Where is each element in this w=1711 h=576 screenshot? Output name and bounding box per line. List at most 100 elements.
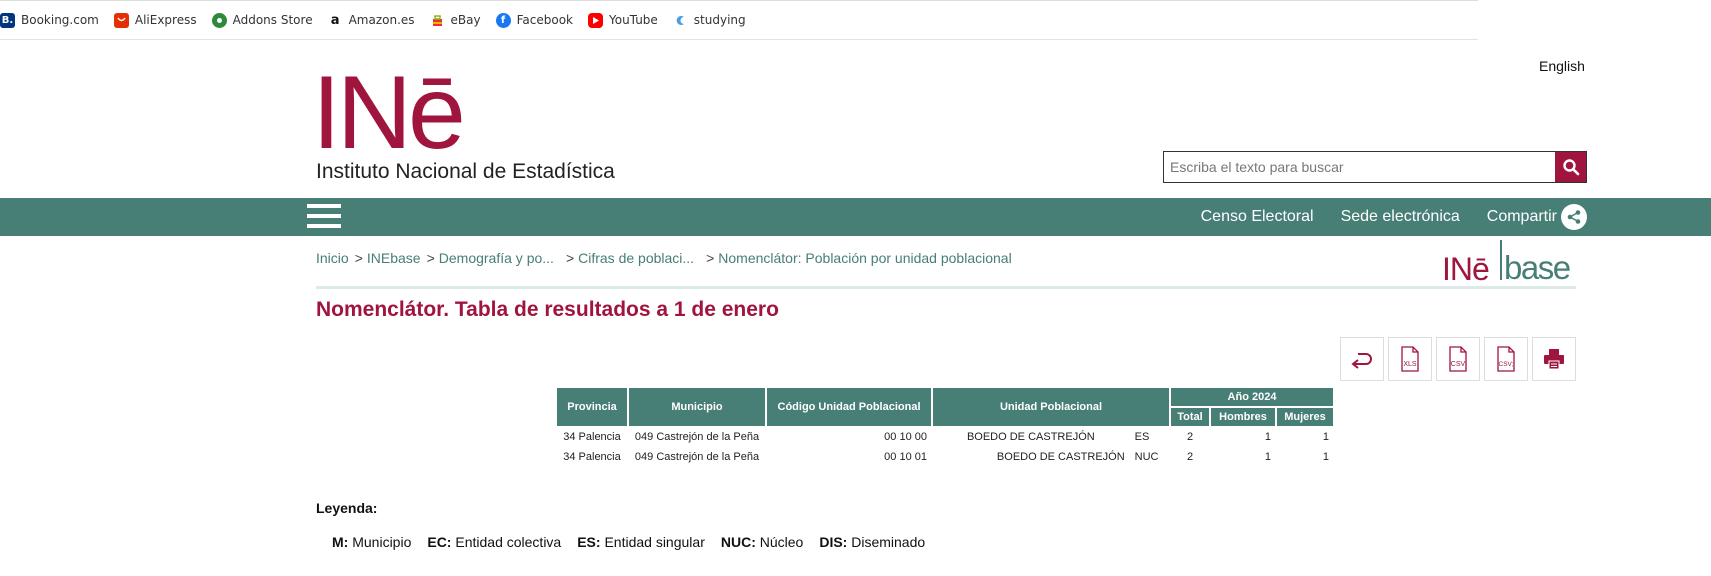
bookmark-label: Facebook <box>516 13 573 27</box>
chevron-right-icon: > <box>354 250 363 266</box>
language-link[interactable]: English <box>1539 58 1585 74</box>
legend-item: M: Municipio <box>332 534 411 550</box>
inebase-logo-right: base <box>1504 249 1570 282</box>
printer-icon <box>1544 349 1564 370</box>
bookmark-amazon[interactable]: a Amazon.es <box>328 13 415 28</box>
bookmark-studying[interactable]: studying <box>673 13 746 28</box>
breadcrumb: Inicio > INEbase > Demografía y po... > … <box>316 250 1012 266</box>
csv-semicolon-file-icon: CSV; <box>1497 346 1515 372</box>
back-button[interactable] <box>1340 337 1384 381</box>
breadcrumb-inicio[interactable]: Inicio <box>316 250 349 266</box>
inebase-logo[interactable]: INē base <box>1442 238 1572 287</box>
header-total: Total <box>1171 408 1209 426</box>
nav-censo-electoral[interactable]: Censo Electoral <box>1201 208 1314 226</box>
download-csv-semicolon-button[interactable]: CSV; <box>1484 337 1528 381</box>
bookmark-addons-store[interactable]: Addons Store <box>211 12 313 28</box>
xls-file-icon: XLS <box>1401 346 1419 372</box>
search-input[interactable] <box>1164 152 1555 182</box>
legend-code: DIS: <box>819 534 848 550</box>
table-toolbar: XLS CSV CSV; <box>1340 337 1580 381</box>
results-table: Provincia Municipio Código Unidad Poblac… <box>555 386 1335 468</box>
header-unidad: Unidad Poblacional <box>933 388 1169 426</box>
main-navbar: Censo Electoral Sede electrónica Compart… <box>0 198 1711 236</box>
return-icon <box>1351 353 1372 369</box>
table-row: 34 Palencia 049 Castrejón de la Peña 00 … <box>557 448 1333 466</box>
bookmarks-bar: B. Booking.com AliExpress Addons Store a… <box>0 0 1478 40</box>
chevron-right-icon: > <box>565 250 575 266</box>
svg-text:CSV;: CSV; <box>1499 361 1514 368</box>
youtube-icon <box>588 12 603 28</box>
legend-item: DIS: Diseminado <box>819 534 925 550</box>
bookmark-aliexpress[interactable]: AliExpress <box>113 12 197 28</box>
cell-mujeres: 1 <box>1277 428 1333 446</box>
legend-code: NUC: <box>720 534 756 550</box>
logo-subtitle: Instituto Nacional de Estadística <box>316 160 615 183</box>
menu-icon[interactable] <box>307 204 341 230</box>
download-xls-button[interactable]: XLS <box>1388 337 1432 381</box>
cell-unidad: BOEDO DE CASTREJÓN <box>933 428 1129 446</box>
legend-code: M: <box>332 534 349 550</box>
share-label: Compartir <box>1486 208 1557 225</box>
bookmark-facebook[interactable]: f Facebook <box>495 12 573 28</box>
cell-tipo: NUC <box>1130 448 1169 466</box>
bookmark-label: studying <box>693 13 746 27</box>
legend-desc: Municipio <box>352 534 412 550</box>
addons-icon <box>211 12 227 28</box>
page-title: Nomenclátor. Tabla de resultados a 1 de … <box>316 298 779 321</box>
bookmark-label: Addons Store <box>232 13 313 27</box>
breadcrumb-nomenclator[interactable]: Nomenclátor: Población por unidad poblac… <box>718 250 1011 266</box>
header-municipio: Municipio <box>629 388 765 426</box>
legend-item: NUC: Núcleo <box>721 534 803 550</box>
download-csv-button[interactable]: CSV <box>1436 337 1480 381</box>
cell-municipio: 049 Castrejón de la Peña <box>629 448 765 466</box>
print-button[interactable] <box>1532 337 1576 381</box>
bookmark-label: Amazon.es <box>348 13 415 27</box>
chevron-right-icon: > <box>706 250 715 266</box>
legend-item: EC: Entidad colectiva <box>427 534 561 550</box>
legend-desc: Entidad singular <box>604 534 705 550</box>
legend-desc: Diseminado <box>851 534 926 550</box>
nav-sede-electronica[interactable]: Sede electrónica <box>1341 208 1460 226</box>
bookmark-label: eBay <box>450 13 481 27</box>
ine-logo[interactable]: INē Instituto Nacional de Estadística <box>312 55 636 184</box>
share-icon <box>1561 204 1587 230</box>
logo-letters: INē <box>316 56 462 171</box>
booking-icon: B. <box>0 12 15 28</box>
cell-codigo: 00 10 01 <box>767 448 931 466</box>
header-mujeres: Mujeres <box>1277 408 1333 426</box>
cell-tipo: ES <box>1130 428 1169 446</box>
facebook-icon: f <box>495 12 511 28</box>
breadcrumb-demografia[interactable]: Demografía y po... <box>439 250 554 266</box>
studying-icon <box>673 13 688 28</box>
chevron-right-icon: > <box>426 250 435 266</box>
search-button[interactable] <box>1555 152 1586 182</box>
legend-code: EC: <box>427 534 452 550</box>
header-codigo: Código Unidad Poblacional <box>767 388 931 426</box>
cell-provincia: 34 Palencia <box>557 428 627 446</box>
cell-unidad: BOEDO DE CASTREJÓN <box>933 448 1129 466</box>
legend-item: ES: Entidad singular <box>577 534 705 550</box>
cell-municipio: 049 Castrejón de la Peña <box>629 428 765 446</box>
table-row: 34 Palencia 049 Castrejón de la Peña 00 … <box>557 428 1333 446</box>
bookmark-ebay[interactable]: eBay <box>430 13 481 28</box>
search-box <box>1163 151 1587 183</box>
bookmark-label: Booking.com <box>21 13 99 27</box>
nav-compartir[interactable]: Compartir <box>1487 204 1587 230</box>
cell-codigo: 00 10 00 <box>767 428 931 446</box>
bookmark-youtube[interactable]: YouTube <box>588 12 658 28</box>
header-year: Año 2024 <box>1171 388 1333 406</box>
legend-title: Leyenda: <box>316 500 378 516</box>
bookmark-booking[interactable]: B. Booking.com <box>0 12 99 28</box>
cell-total: 2 <box>1171 448 1209 466</box>
legend: M: Municipio EC: Entidad colectiva ES: E… <box>332 534 941 550</box>
legend-code: ES: <box>577 534 601 550</box>
header-provincia: Provincia <box>557 388 627 426</box>
breadcrumb-inebase[interactable]: INEbase <box>367 250 421 266</box>
bookmark-label: YouTube <box>609 13 658 27</box>
cell-provincia: 34 Palencia <box>557 448 627 466</box>
csv-file-icon: CSV <box>1449 346 1467 372</box>
svg-text:XLS: XLS <box>1403 361 1417 368</box>
breadcrumb-cifras[interactable]: Cifras de poblaci... <box>578 250 694 266</box>
inebase-logo-left: INē <box>1442 251 1489 282</box>
legend-desc: Núcleo <box>759 534 804 550</box>
